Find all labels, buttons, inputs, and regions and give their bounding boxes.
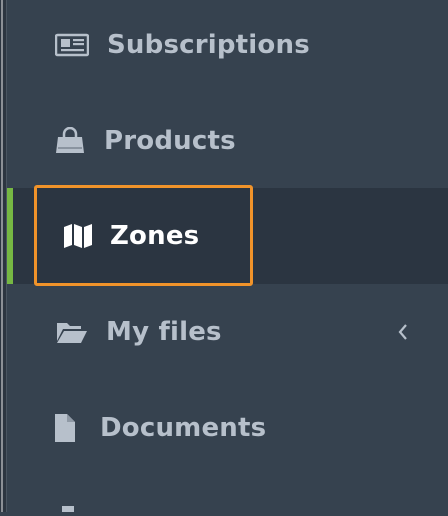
sidebar-menu: Subscriptions Products Zones My files Do… xyxy=(7,0,448,512)
sidebar-item-label: Products xyxy=(104,126,236,156)
partial-icon xyxy=(62,506,74,512)
sidebar-item-subscriptions[interactable]: Subscriptions xyxy=(7,0,448,93)
sidebar-item-zones[interactable]: Zones xyxy=(7,185,448,286)
sidebar-item-label: My files xyxy=(106,317,222,347)
sidebar-item-label: Zones xyxy=(110,221,200,251)
window-edge xyxy=(0,0,7,512)
sidebar-item-my-files[interactable]: My files xyxy=(7,284,448,380)
file-icon xyxy=(47,414,83,442)
chevron-left-icon[interactable] xyxy=(396,322,410,342)
sidebar-item-partial[interactable] xyxy=(7,476,448,516)
folder-open-icon xyxy=(54,318,90,346)
map-icon xyxy=(60,222,96,250)
active-indicator xyxy=(7,188,13,284)
shopping-bag-icon xyxy=(52,127,88,155)
sidebar-item-label: Subscriptions xyxy=(107,30,310,60)
window-edge-line xyxy=(1,0,3,512)
newspaper-icon xyxy=(54,31,90,59)
sidebar-item-label: Documents xyxy=(100,413,267,443)
sidebar-item-products[interactable]: Products xyxy=(7,93,448,189)
sidebar-item-documents[interactable]: Documents xyxy=(7,380,448,476)
